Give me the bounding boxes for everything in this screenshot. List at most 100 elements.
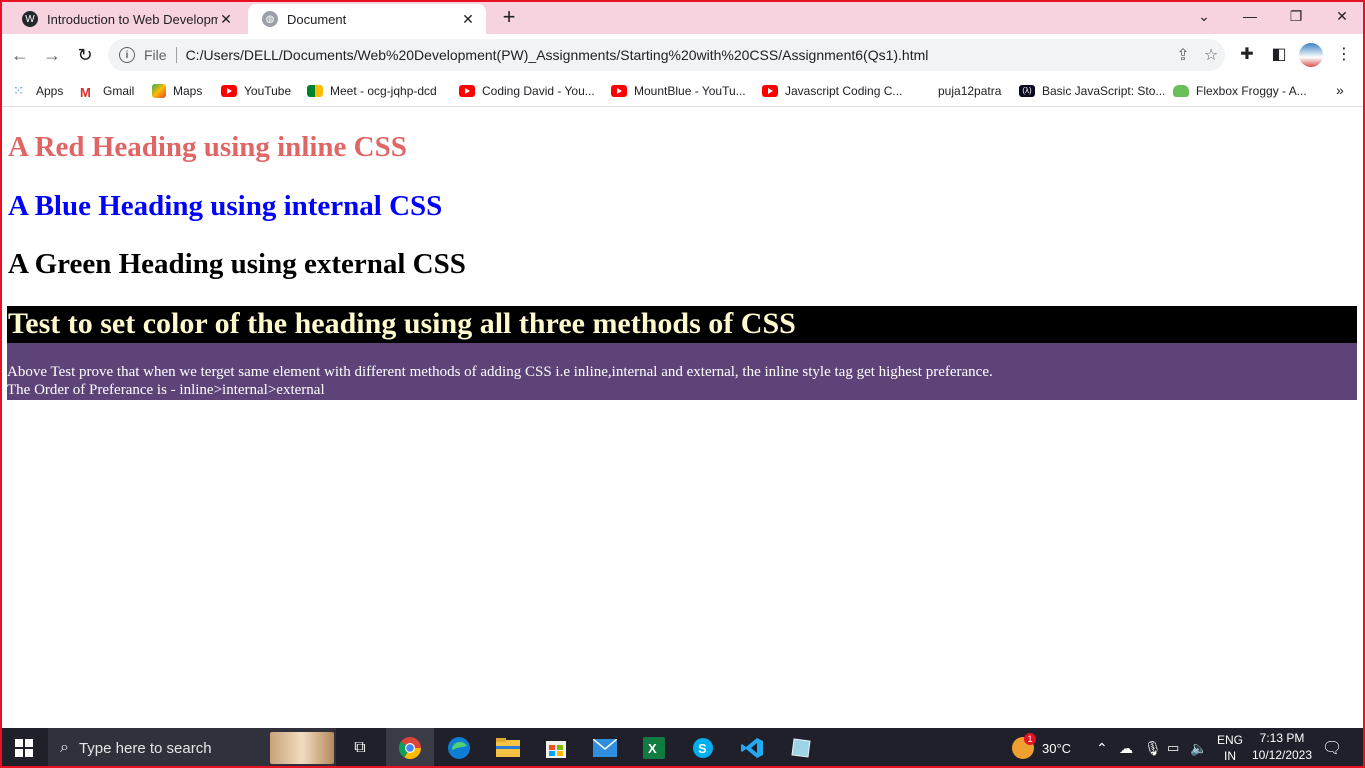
youtube-icon bbox=[221, 85, 237, 97]
reload-icon[interactable]: ↻ bbox=[73, 43, 97, 67]
green-heading: A Green Heading using external CSS bbox=[8, 248, 466, 280]
blue-heading: A Blue Heading using internal CSS bbox=[8, 190, 443, 222]
info-icon[interactable]: i bbox=[119, 47, 135, 63]
avatar[interactable] bbox=[1299, 43, 1323, 67]
taskbar-search[interactable]: ⌕ Type here to search bbox=[48, 728, 336, 768]
plus-icon[interactable]: + bbox=[497, 6, 521, 30]
notification-badge: 1 bbox=[1024, 733, 1036, 745]
wordpress-icon: W bbox=[22, 11, 38, 27]
tab-introduction[interactable]: W Introduction to Web Developme ✕ bbox=[8, 4, 244, 34]
svg-text:X: X bbox=[648, 741, 657, 756]
vscode-icon[interactable] bbox=[728, 728, 776, 768]
bookmark-javascript-coding[interactable]: Javascript Coding C... bbox=[762, 82, 902, 100]
bookmark-meet[interactable]: Meet - ocg-jqhp-dcd bbox=[307, 82, 437, 100]
excel-icon[interactable]: X bbox=[630, 728, 678, 768]
url-text[interactable]: C:/Users/DELL/Documents/Web%20Developmen… bbox=[186, 47, 1169, 63]
youtube-icon bbox=[762, 85, 778, 97]
weather-temperature: 30°C bbox=[1042, 740, 1072, 756]
close-icon[interactable]: ✕ bbox=[1327, 4, 1357, 28]
bookmark-youtube[interactable]: YouTube bbox=[221, 82, 291, 100]
microphone-icon[interactable]: 🎙 bbox=[1144, 728, 1162, 768]
close-tab-icon[interactable]: ✕ bbox=[218, 11, 234, 28]
bookmark-label: puja12patra bbox=[938, 84, 1002, 98]
freecodecamp-icon: (λ) bbox=[1019, 85, 1035, 97]
windows-start-icon[interactable] bbox=[0, 728, 48, 768]
more-bookmarks-icon[interactable]: » bbox=[1336, 82, 1344, 98]
tab-strip: W Introduction to Web Developme ✕ ◍ Docu… bbox=[0, 0, 1365, 34]
red-heading: A Red Heading using inline CSS bbox=[8, 131, 407, 163]
bookmark-label: Flexbox Froggy - A... bbox=[1196, 84, 1307, 98]
tab-document[interactable]: ◍ Document ✕ bbox=[248, 4, 486, 34]
battery-icon[interactable]: ▭ bbox=[1167, 728, 1179, 768]
microsoft-store-icon[interactable] bbox=[532, 728, 580, 768]
volume-icon[interactable]: 🔈 bbox=[1190, 728, 1207, 768]
search-highlight-icon bbox=[270, 732, 334, 764]
bookmark-mountblue[interactable]: MountBlue - YouTu... bbox=[611, 82, 746, 100]
onedrive-cloud-icon[interactable]: ☁ bbox=[1119, 728, 1133, 768]
bookmark-label: Maps bbox=[173, 84, 203, 98]
tab-title: Document bbox=[287, 11, 347, 27]
side-panel-icon[interactable]: ◧ bbox=[1269, 45, 1289, 65]
extensions-icon[interactable]: ✚ bbox=[1237, 45, 1257, 65]
notifications-icon[interactable]: 🗨 bbox=[1322, 728, 1342, 768]
close-tab-icon[interactable]: ✕ bbox=[460, 11, 476, 28]
chrome-icon[interactable] bbox=[386, 728, 434, 768]
scheme-label: File bbox=[144, 47, 167, 63]
forward-arrow-icon[interactable]: → bbox=[40, 43, 64, 67]
bookmarks-bar: ⁙ Apps M Gmail Maps YouTube Meet - ocg-j… bbox=[0, 76, 1365, 107]
address-bar[interactable]: i File C:/Users/DELL/Documents/Web%20Dev… bbox=[108, 39, 1225, 71]
region-code: IN bbox=[1224, 749, 1236, 763]
tray-overflow-icon[interactable]: ⌃ bbox=[1096, 728, 1108, 768]
divider bbox=[175, 47, 177, 63]
task-view-icon[interactable]: ⧉ bbox=[336, 728, 384, 768]
maps-icon bbox=[152, 84, 166, 98]
svg-text:S: S bbox=[698, 741, 707, 756]
date: 10/12/2023 bbox=[1251, 748, 1313, 762]
froggy-icon bbox=[1173, 85, 1189, 97]
search-placeholder: Type here to search bbox=[78, 739, 212, 757]
share-icon[interactable]: ⇪ bbox=[1169, 45, 1197, 65]
explanation-line: The Order of Preferance is - inline>inte… bbox=[7, 382, 325, 398]
lang-code: ENG bbox=[1216, 733, 1243, 747]
explanation-block: Above Test prove that when we terget sam… bbox=[7, 343, 1357, 400]
mail-icon[interactable] bbox=[581, 728, 629, 768]
menu-kebab-icon[interactable]: ⋮ bbox=[1334, 45, 1354, 65]
bookmark-puja12patra[interactable]: puja12patra bbox=[938, 82, 1001, 100]
meet-icon bbox=[307, 85, 323, 97]
bookmark-label: YouTube bbox=[244, 84, 292, 98]
back-arrow-icon[interactable]: ← bbox=[8, 43, 32, 67]
youtube-icon bbox=[611, 85, 627, 97]
weather-widget[interactable]: 1 30°C bbox=[1012, 728, 1071, 768]
globe-icon: ◍ bbox=[262, 11, 278, 27]
notepad-icon[interactable] bbox=[777, 728, 825, 768]
bookmark-basic-javascript[interactable]: (λ) Basic JavaScript: Sto... bbox=[1019, 82, 1165, 100]
input-language[interactable]: ENG IN bbox=[1214, 732, 1246, 764]
browser-toolbar: ← → ↻ i File C:/Users/DELL/Documents/Web… bbox=[0, 34, 1365, 76]
restore-icon[interactable]: ❐ bbox=[1281, 4, 1311, 28]
bookmark-label: Javascript Coding C... bbox=[785, 84, 903, 98]
tab-title: Introduction to Web Developme bbox=[47, 11, 218, 27]
edge-icon[interactable] bbox=[435, 728, 483, 768]
bookmark-label: MountBlue - YouTu... bbox=[634, 84, 746, 98]
star-icon[interactable]: ☆ bbox=[1197, 45, 1225, 65]
chevron-down-icon[interactable]: ⌄ bbox=[1189, 4, 1219, 28]
bookmark-flexbox-froggy[interactable]: Flexbox Froggy - A... bbox=[1173, 82, 1307, 100]
test-heading: Test to set color of the heading using a… bbox=[7, 306, 1357, 343]
file-explorer-icon[interactable] bbox=[484, 728, 532, 768]
bookmark-label: Coding David - You... bbox=[482, 84, 595, 98]
bookmark-label: Gmail bbox=[103, 84, 135, 98]
taskbar: ⌕ Type here to search ⧉ X S 1 30°C ⌃ ☁ 🎙… bbox=[0, 728, 1365, 768]
bookmark-apps[interactable]: ⁙ Apps bbox=[13, 82, 63, 100]
skype-icon[interactable]: S bbox=[679, 728, 727, 768]
weather-moon-icon: 1 bbox=[1012, 733, 1036, 759]
bookmark-coding-david[interactable]: Coding David - You... bbox=[459, 82, 595, 100]
bookmark-label: Meet - ocg-jqhp-dcd bbox=[330, 84, 437, 98]
search-icon: ⌕ bbox=[60, 739, 69, 756]
gmail-icon: M bbox=[80, 85, 91, 100]
page-content: A Red Heading using inline CSS A Blue He… bbox=[0, 107, 1365, 728]
bookmark-gmail[interactable]: M Gmail bbox=[80, 82, 134, 100]
minimize-icon[interactable]: — bbox=[1235, 4, 1265, 28]
time: 7:13 PM bbox=[1259, 731, 1305, 745]
bookmark-maps[interactable]: Maps bbox=[152, 82, 202, 100]
clock[interactable]: 7:13 PM 10/12/2023 bbox=[1246, 730, 1318, 764]
